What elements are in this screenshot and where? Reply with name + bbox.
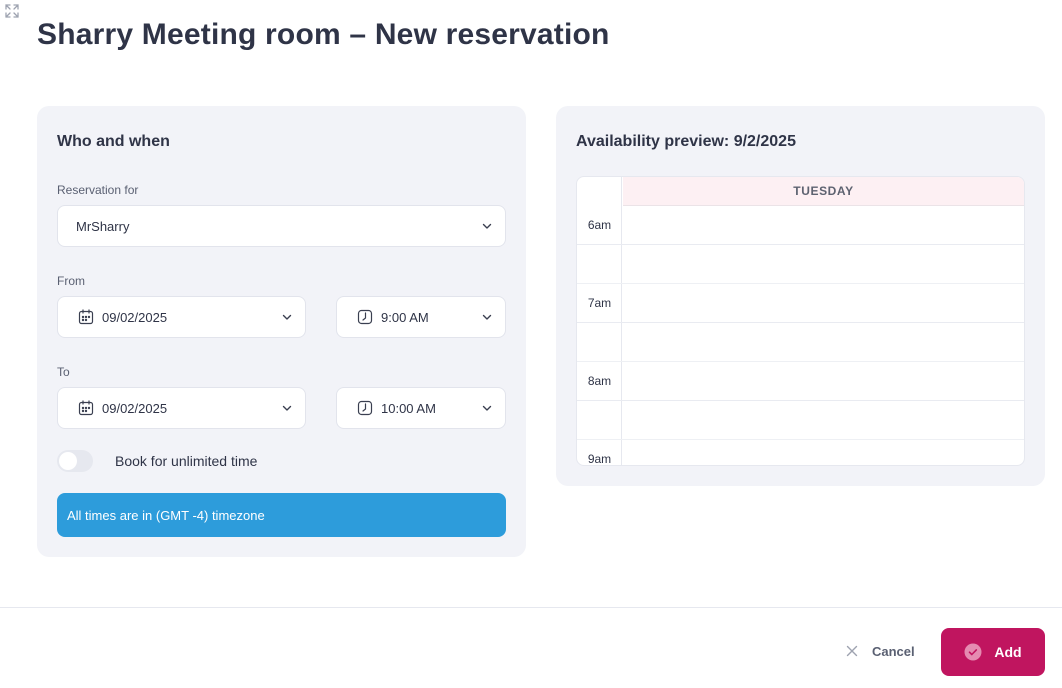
from-time-select[interactable]: 9:00 AM (336, 296, 506, 338)
hour-label: 7am (587, 296, 612, 310)
availability-preview-card: Availability preview: 9/2/2025 TUESDAY 6… (556, 106, 1045, 486)
chevron-down-icon (282, 405, 292, 411)
hour-row[interactable]: 6am (577, 206, 1024, 245)
who-and-when-card: Who and when Reservation for MrSharry Fr… (37, 106, 526, 557)
to-time-select[interactable]: 10:00 AM (336, 387, 506, 429)
chevron-down-icon (482, 405, 492, 411)
close-icon (846, 645, 858, 657)
footer-divider (0, 607, 1062, 608)
cancel-label: Cancel (872, 643, 915, 659)
hour-row[interactable]: 8am (577, 362, 1024, 401)
timezone-banner: All times are in (GMT -4) timezone (57, 493, 506, 537)
toggle-knob (59, 452, 77, 470)
chevron-down-icon (282, 314, 292, 320)
half-hour-row[interactable] (577, 401, 1024, 440)
day-calendar[interactable]: TUESDAY 6am 7am 8am 9am (576, 176, 1025, 466)
hour-label: 8am (587, 374, 612, 388)
reservation-for-value: MrSharry (76, 218, 130, 234)
chevron-down-icon (482, 223, 492, 229)
calendar-icon (78, 400, 94, 416)
reservation-for-label: Reservation for (57, 183, 139, 197)
to-date-select[interactable]: 09/02/2025 (57, 387, 306, 429)
from-label: From (57, 274, 85, 288)
clock-icon (357, 309, 373, 325)
cancel-button[interactable]: Cancel (846, 636, 915, 666)
unlimited-time-toggle[interactable] (57, 450, 93, 472)
reservation-for-select[interactable]: MrSharry (57, 205, 506, 247)
unlimited-time-label: Book for unlimited time (115, 453, 258, 469)
hour-label: 9am (587, 452, 612, 466)
to-label: To (57, 365, 70, 379)
from-date-value: 09/02/2025 (102, 309, 168, 325)
hour-label: 6am (587, 218, 612, 232)
who-and-when-title: Who and when (57, 133, 170, 150)
to-time-value: 10:00 AM (381, 400, 436, 416)
day-header: TUESDAY (623, 177, 1024, 206)
hour-row[interactable]: 9am (577, 440, 1024, 466)
from-date-select[interactable]: 09/02/2025 (57, 296, 306, 338)
page-title: Sharry Meeting room – New reservation (37, 18, 610, 51)
from-time-value: 9:00 AM (381, 309, 429, 325)
clock-icon (357, 400, 373, 416)
expand-icon[interactable] (5, 4, 19, 18)
hour-row[interactable]: 7am (577, 284, 1024, 323)
availability-preview-title: Availability preview: 9/2/2025 (576, 133, 796, 150)
half-hour-row[interactable] (577, 245, 1024, 284)
add-button[interactable]: Add (941, 628, 1045, 676)
chevron-down-icon (482, 314, 492, 320)
half-hour-row[interactable] (577, 323, 1024, 362)
check-circle-icon (964, 643, 982, 661)
add-label: Add (994, 644, 1022, 660)
calendar-icon (78, 309, 94, 325)
to-date-value: 09/02/2025 (102, 400, 168, 416)
